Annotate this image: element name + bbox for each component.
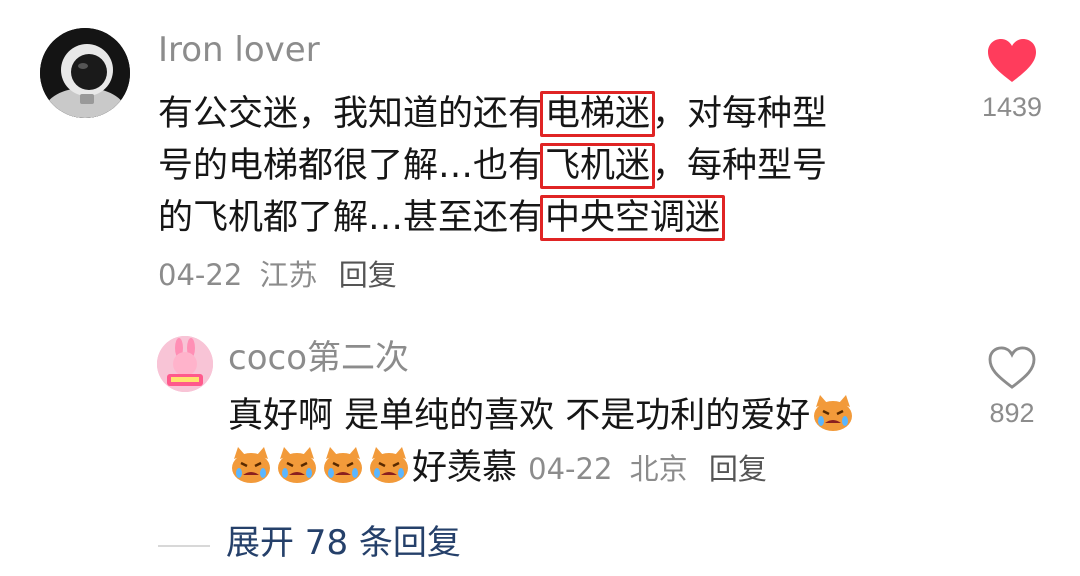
reply-meta: 04-22 北京 回复 <box>528 452 767 486</box>
reply-text-segment: 真好啊 是单纯的喜欢 不是功利的爱好 <box>228 396 811 436</box>
highlight-box: 飞机迷 <box>540 143 656 189</box>
divider <box>158 545 210 547</box>
crying-cat-emoji-icon <box>229 445 273 485</box>
comment-line-3: 的飞机都了解…甚至还有中央空调迷 <box>158 192 827 244</box>
heart-filled-icon <box>988 39 1036 82</box>
like-button[interactable]: 892 <box>977 346 1047 429</box>
heart-outline-icon <box>988 346 1036 389</box>
reply-region: 北京 <box>629 452 688 486</box>
like-count: 892 <box>989 398 1035 428</box>
reply-date: 04-22 <box>528 452 613 486</box>
reply-text-segment: 好羡慕 <box>412 448 518 488</box>
avatar[interactable] <box>157 336 213 392</box>
highlight-box: 中央空调迷 <box>540 195 726 241</box>
reply-line-1: 真好啊 是单纯的喜欢 不是功利的爱好 <box>228 390 856 442</box>
expand-replies-button[interactable]: 展开 78 条回复 <box>226 520 461 566</box>
comment-text: 有公交迷，我知道的还有电梯迷，对每种型 号的电梯都很了解…也有飞机迷，每种型号 … <box>158 88 827 244</box>
comment-text-segment: 号的电梯都很了解…也有 <box>158 146 544 186</box>
crying-cat-emoji-icon <box>275 445 319 485</box>
comment-line-2: 号的电梯都很了解…也有飞机迷，每种型号 <box>158 140 827 192</box>
reply-line-2: 好羡慕 04-22 北京 回复 <box>228 442 856 495</box>
comment-region: 江苏 <box>259 258 318 292</box>
pink-character-avatar-icon <box>157 336 213 392</box>
reply-username[interactable]: coco第二次 <box>228 338 409 378</box>
comment-username[interactable]: Iron lover <box>158 30 320 70</box>
crying-cat-emoji-icon <box>367 445 411 485</box>
comment-text-segment: 的飞机都了解…甚至还有 <box>158 198 544 238</box>
comment-text-segment: ，对每种型 <box>652 94 828 134</box>
comment-line-1: 有公交迷，我知道的还有电梯迷，对每种型 <box>158 88 827 140</box>
crying-cat-emoji-icon <box>811 393 855 433</box>
crying-cat-emoji-icon <box>321 445 365 485</box>
like-count: 1439 <box>981 92 1043 122</box>
comment-meta: 04-22 江苏 回复 <box>158 255 397 295</box>
comment-date: 04-22 <box>158 258 243 292</box>
reply-button[interactable]: 回复 <box>339 258 397 292</box>
reply-button[interactable]: 回复 <box>709 452 767 486</box>
like-button[interactable]: 1439 <box>977 38 1047 123</box>
reply-text: 真好啊 是单纯的喜欢 不是功利的爱好 好羡慕 04-22 北京 回复 <box>228 390 856 495</box>
astronaut-avatar-icon <box>40 28 130 118</box>
comment-text-segment: 有公交迷，我知道的还有 <box>158 94 544 134</box>
avatar[interactable] <box>40 28 130 118</box>
highlight-box: 电梯迷 <box>540 91 656 137</box>
comment-text-segment: ，每种型号 <box>652 146 828 186</box>
